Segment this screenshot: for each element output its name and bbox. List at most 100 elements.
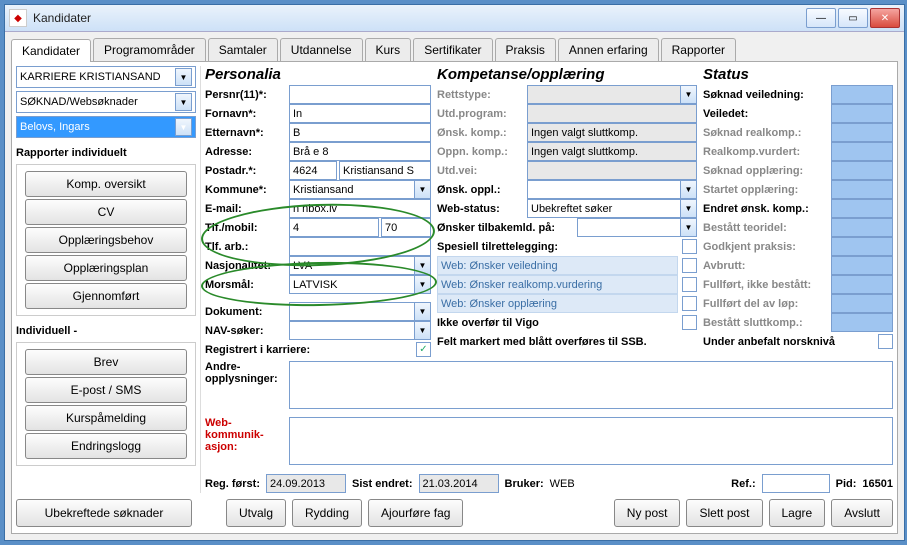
btn-kurspamelding[interactable]: Kurspåmelding (25, 405, 187, 431)
btn-cv[interactable]: CV (25, 199, 187, 225)
web-realkomp-checkbox[interactable] (682, 277, 697, 292)
fornavn-input[interactable]: In (289, 104, 431, 123)
chevron-down-icon[interactable]: ▼ (415, 302, 431, 321)
regkarr-checkbox[interactable]: ✓ (416, 342, 431, 357)
nasj-input[interactable]: LVA (289, 256, 415, 275)
combo-candidate[interactable]: Belovs, Ingars ▼ (16, 116, 196, 138)
btn-opplaeringsbehov[interactable]: Opplæringsbehov (25, 227, 187, 253)
btn-utvalg[interactable]: Utvalg (226, 499, 286, 527)
tab-rapporter[interactable]: Rapporter (661, 38, 736, 61)
tab-programomrader[interactable]: Programområder (93, 38, 206, 61)
onskkomp-input[interactable]: Ingen valgt sluttkomp. (527, 123, 697, 142)
tab-samtaler[interactable]: Samtaler (208, 38, 278, 61)
tab-utdannelse[interactable]: Utdannelse (280, 38, 363, 61)
tab-sertifikater[interactable]: Sertifikater (413, 38, 492, 61)
maximize-button[interactable]: ▭ (838, 8, 868, 28)
btn-brev[interactable]: Brev (25, 349, 187, 375)
tab-praksis[interactable]: Praksis (495, 38, 556, 61)
onskoppl-input[interactable] (527, 180, 681, 199)
status-value[interactable] (831, 142, 893, 161)
individual-heading: Individuell - (16, 325, 196, 337)
status-value[interactable] (831, 313, 893, 332)
postnr-input[interactable]: 4624 (289, 161, 337, 180)
kommune-input[interactable]: Kristiansand (289, 180, 415, 199)
btn-ubekreftede[interactable]: Ubekreftede søknader (16, 499, 192, 527)
chevron-down-icon[interactable]: ▼ (681, 218, 697, 237)
btn-komp-oversikt[interactable]: Komp. oversikt (25, 171, 187, 197)
adresse-input[interactable]: Brå e 8 (289, 142, 431, 161)
tlfarb-label: Tlf. arb.: (205, 241, 289, 253)
status-value[interactable] (831, 199, 893, 218)
chevron-down-icon[interactable]: ▼ (415, 180, 431, 199)
utdprog-label: Utd.program: (437, 108, 527, 120)
btn-rydding[interactable]: Rydding (292, 499, 362, 527)
btn-avslutt[interactable]: Avslutt (831, 499, 893, 527)
btn-ajour[interactable]: Ajourføre fag (368, 499, 463, 527)
combo-karriere[interactable]: KARRIERE KRISTIANSAND ▼ (16, 66, 196, 88)
minimize-button[interactable]: — (806, 8, 836, 28)
spesiell-checkbox[interactable] (682, 239, 697, 254)
status-value[interactable] (831, 237, 893, 256)
chevron-down-icon[interactable]: ▼ (175, 118, 192, 136)
status-value[interactable] (831, 256, 893, 275)
webstatus-input[interactable]: Ubekreftet søker (527, 199, 681, 218)
persnr-input[interactable] (289, 85, 431, 104)
utdvei-label: Utd.vei: (437, 165, 527, 177)
btn-endringslogg[interactable]: Endringslogg (25, 433, 187, 459)
morsmal-input[interactable]: LATVISK (289, 275, 415, 294)
nasj-label: Nasjonalitet: (205, 260, 289, 272)
btn-nypost[interactable]: Ny post (614, 499, 681, 527)
nav-input[interactable] (289, 321, 415, 340)
ref-input[interactable] (762, 474, 830, 493)
combo-soknad[interactable]: SØKNAD/Websøknader ▼ (16, 91, 196, 113)
web-opplaering-checkbox[interactable] (682, 296, 697, 311)
btn-lagre[interactable]: Lagre (769, 499, 826, 527)
norsk-checkbox[interactable] (878, 334, 893, 349)
status-value[interactable] (831, 161, 893, 180)
tlf2-input[interactable]: 70 (381, 218, 431, 237)
onsktilbake-input[interactable] (577, 218, 681, 237)
chevron-down-icon[interactable]: ▼ (175, 68, 192, 86)
status-value[interactable] (831, 294, 893, 313)
utdvei-input[interactable] (527, 161, 697, 180)
utdprog-input[interactable] (527, 104, 697, 123)
retts-input[interactable] (527, 85, 681, 104)
web-opplaering: Web: Ønsker opplæring (437, 294, 678, 313)
email-input[interactable]: n nbox.lv (289, 199, 431, 218)
status-value[interactable] (831, 85, 893, 104)
tab-annen-erfaring[interactable]: Annen erfaring (558, 38, 659, 61)
oppnkomp-input[interactable]: Ingen valgt sluttkomp. (527, 142, 697, 161)
chevron-down-icon[interactable]: ▼ (175, 93, 192, 111)
webkomm-textarea[interactable] (289, 417, 893, 465)
status-label: Endret ønsk. komp.: (703, 203, 831, 215)
webkomm-label: Web- kommunik- asjon: (205, 417, 285, 471)
combo-candidate-value: Belovs, Ingars (20, 121, 90, 133)
chevron-down-icon[interactable]: ▼ (681, 180, 697, 199)
status-value[interactable] (831, 104, 893, 123)
tlfarb-input[interactable] (289, 237, 431, 256)
andre-textarea[interactable] (289, 361, 893, 409)
chevron-down-icon[interactable]: ▼ (415, 321, 431, 340)
dokument-input[interactable] (289, 302, 415, 321)
tab-kandidater[interactable]: Kandidater (11, 39, 91, 62)
status-value[interactable] (831, 218, 893, 237)
status-value[interactable] (831, 180, 893, 199)
tab-kurs[interactable]: Kurs (365, 38, 412, 61)
status-value[interactable] (831, 275, 893, 294)
titlebar: ◆ Kandidater — ▭ ✕ (5, 5, 904, 32)
btn-epost-sms[interactable]: E-post / SMS (25, 377, 187, 403)
web-veiledning-checkbox[interactable] (682, 258, 697, 273)
poststed-input[interactable]: Kristiansand S (339, 161, 431, 180)
btn-gjennomfort[interactable]: Gjennomført (25, 283, 187, 309)
btn-opplaeringsplan[interactable]: Opplæringsplan (25, 255, 187, 281)
etternavn-input[interactable]: B (289, 123, 431, 142)
status-value[interactable] (831, 123, 893, 142)
close-button[interactable]: ✕ (870, 8, 900, 28)
chevron-down-icon[interactable]: ▼ (681, 85, 697, 104)
chevron-down-icon[interactable]: ▼ (415, 275, 431, 294)
ikkeover-checkbox[interactable] (682, 315, 697, 330)
chevron-down-icon[interactable]: ▼ (415, 256, 431, 275)
chevron-down-icon[interactable]: ▼ (681, 199, 697, 218)
tlf1-input[interactable]: 4 (289, 218, 379, 237)
btn-slett[interactable]: Slett post (686, 499, 762, 527)
